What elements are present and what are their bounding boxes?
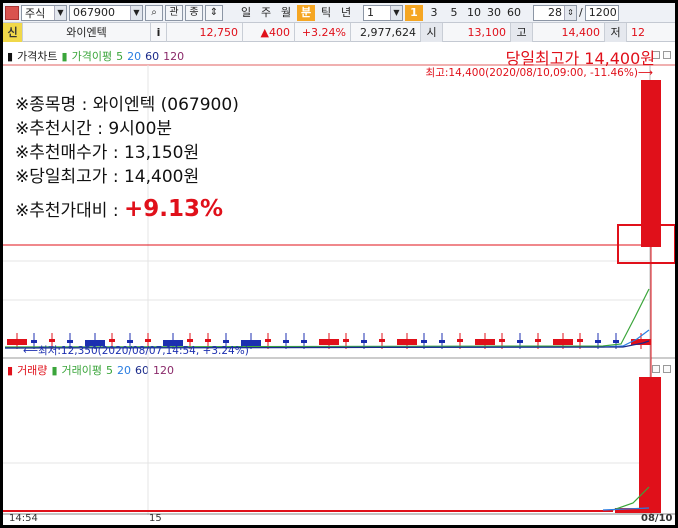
volume-bar-last — [639, 377, 661, 513]
low-marker-label: ⟵최저:12,350(2020/08/07,14:54, +3.24%) — [23, 345, 249, 357]
recommendation-info: ※종목명 : 와이엔텍 (067900) ※추천시간 : 9시00분 ※추천매수… — [15, 93, 239, 223]
info-stock-name: ※종목명 : 와이엔텍 (067900) — [15, 95, 239, 115]
info-day-high: ※당일최고가 : 14,400원 — [15, 167, 200, 187]
chart-window: 주식 ▼ 067900 ▼ ⌕ 관 종 ⇕ 일 주 월 분 틱 년 1 ▼ 1 … — [3, 3, 675, 525]
chart-canvas[interactable] — [3, 3, 675, 525]
info-buy-price: ※추천매수가 : 13,150원 — [15, 143, 200, 163]
info-gain-label: ※추천가대비 : — [15, 201, 124, 221]
info-gain-row: ※추천가대비 : +9.13% — [15, 197, 239, 223]
xaxis-label-mid: 15 — [149, 513, 162, 524]
info-gain-value: +9.13% — [123, 196, 224, 222]
last-candle — [641, 80, 661, 247]
high-marker-label: 최고:14,400(2020/08/10,09:00, -11.46%)⟶ — [425, 67, 653, 79]
xaxis-label-left: 14:54 — [9, 513, 38, 524]
xaxis-label-right: 08/10 — [641, 513, 673, 524]
info-recommend-time: ※추천시간 : 9시00분 — [15, 119, 173, 139]
ma5-line — [4, 288, 650, 348]
